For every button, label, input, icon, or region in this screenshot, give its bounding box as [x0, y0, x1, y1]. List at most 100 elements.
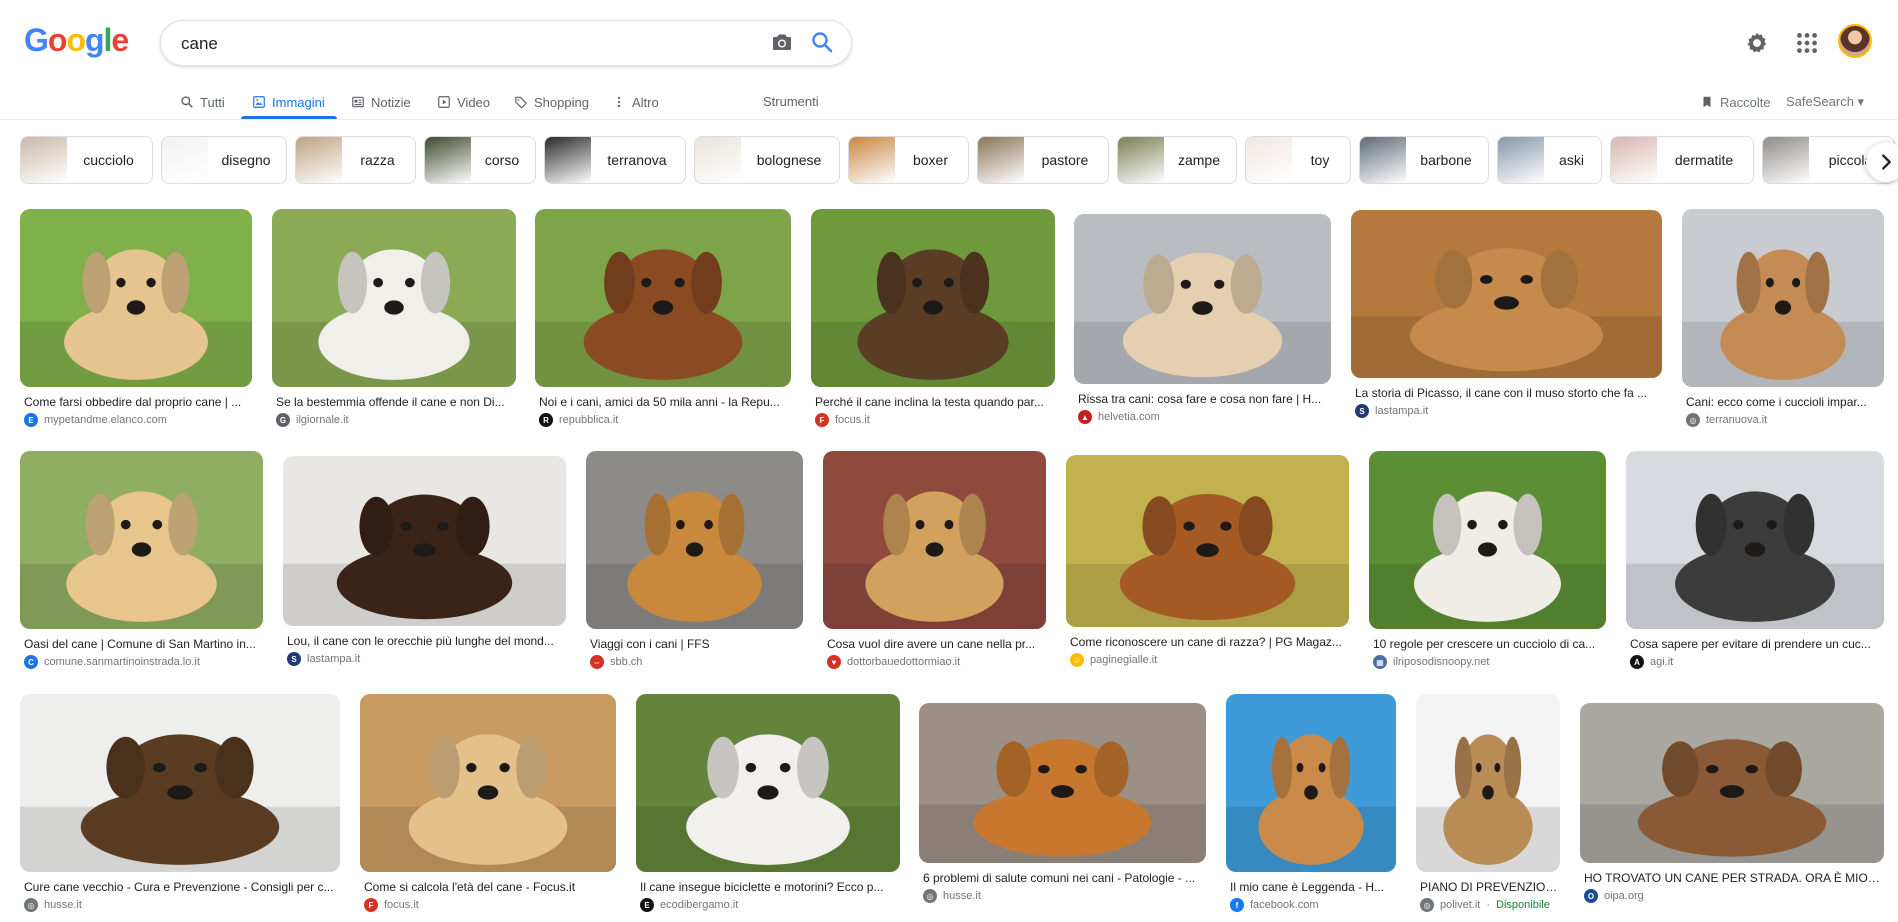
chip-pastore[interactable]: pastore — [977, 136, 1109, 184]
result-title[interactable]: HO TROVATO UN CANE PER STRADA. ORA È MIO… — [1580, 871, 1884, 885]
result-thumbnail[interactable] — [823, 451, 1046, 629]
result-source[interactable]: Aagi.it — [1626, 655, 1884, 669]
result-title[interactable]: La storia di Picasso, il cane con il mus… — [1351, 386, 1662, 400]
result-source[interactable]: ◎ husse.it — [20, 898, 340, 912]
tab-images[interactable]: Immagini — [252, 88, 325, 116]
image-result-card[interactable]: HO TROVATO UN CANE PER STRADA. ORA È MIO… — [1580, 703, 1884, 903]
result-title[interactable]: Come riconoscere un cane di razza? | PG … — [1066, 635, 1349, 649]
result-title[interactable]: 10 regole per crescere un cucciolo di ca… — [1369, 637, 1606, 651]
result-title[interactable]: Come farsi obbedire dal proprio cane | .… — [20, 395, 252, 409]
chip-corso[interactable]: corso — [424, 136, 536, 184]
image-result-card[interactable]: Viaggi con i cani | FFS ⇔ sbb.ch — [586, 451, 803, 669]
result-title[interactable]: Cani: ecco come i cuccioli impar... — [1682, 395, 1884, 409]
image-result-card[interactable]: 10 regole per crescere un cucciolo di ca… — [1369, 451, 1606, 669]
chip-dermatite[interactable]: dermatite — [1610, 136, 1754, 184]
image-result-card[interactable]: Cani: ecco come i cuccioli impar... ◎ terr… — [1682, 209, 1884, 427]
google-logo[interactable]: Google — [24, 22, 129, 59]
result-thumbnail[interactable] — [1626, 451, 1884, 629]
result-source[interactable]: ♥ dottorbauedottormiao.it — [823, 655, 1046, 669]
result-source[interactable]: Ooipa.org — [1580, 889, 1884, 903]
tools-button[interactable]: Strumenti — [763, 88, 819, 116]
image-result-card[interactable]: Noi e i cani, amici da 50 mila anni - la… — [535, 209, 791, 427]
tab-all[interactable]: Tutti — [180, 88, 225, 116]
result-source[interactable]: Slastampa.it — [1351, 404, 1662, 418]
result-title[interactable]: Il mio cane è Leggenda - H... — [1226, 880, 1396, 894]
result-title[interactable]: Il cane insegue biciclette e motorini? E… — [636, 880, 900, 894]
chip-zampe[interactable]: zampe — [1117, 136, 1237, 184]
tab-shopping[interactable]: Shopping — [514, 88, 589, 116]
tab-video[interactable]: Video — [437, 88, 490, 116]
result-thumbnail[interactable] — [1351, 210, 1662, 378]
result-source[interactable]: Slastampa.it — [283, 652, 566, 666]
result-thumbnail[interactable] — [1682, 209, 1884, 387]
result-title[interactable]: Cosa vuol dire avere un cane nella pr... — [823, 637, 1046, 651]
result-thumbnail[interactable] — [1369, 451, 1606, 629]
result-title[interactable]: Noi e i cani, amici da 50 mila anni - la… — [535, 395, 791, 409]
result-source[interactable]: Ffocus.it — [811, 413, 1055, 427]
apps-grid-icon[interactable] — [1794, 30, 1820, 56]
result-source[interactable]: ◎ polivet.it · Disponibile — [1416, 898, 1560, 912]
result-source[interactable]: ☺ paginegialle.it — [1066, 653, 1349, 667]
result-source[interactable]: Emypetandme.elanco.com — [20, 413, 252, 427]
result-thumbnail[interactable] — [586, 451, 803, 629]
result-thumbnail[interactable] — [919, 703, 1206, 863]
image-result-card[interactable]: Il mio cane è Leggenda - H... f facebook.c… — [1226, 694, 1396, 912]
result-thumbnail[interactable] — [20, 451, 263, 629]
result-source[interactable]: ▦ ilriposodisnoopy.net — [1369, 655, 1606, 669]
result-thumbnail[interactable] — [272, 209, 516, 387]
result-source[interactable]: Ccomune.sanmartinoinstrada.lo.it — [20, 655, 263, 669]
result-thumbnail[interactable] — [283, 456, 566, 626]
result-source[interactable]: Eecodibergamo.it — [636, 898, 900, 912]
chip-cucciolo[interactable]: cucciolo — [20, 136, 153, 184]
image-result-card[interactable]: Lou, il cane con le orecchie più lunghe … — [283, 456, 566, 666]
image-result-card[interactable]: Il cane insegue biciclette e motorini? E… — [636, 694, 900, 912]
image-result-card[interactable]: Perché il cane inclina la testa quando p… — [811, 209, 1055, 427]
result-source[interactable]: f facebook.com — [1226, 898, 1396, 912]
result-source[interactable]: ▲ helvetia.com — [1074, 410, 1331, 424]
image-result-card[interactable]: Oasi del cane | Comune di San Martino in… — [20, 451, 263, 669]
image-result-card[interactable]: Come si calcola l'età del cane - Focus.i… — [360, 694, 616, 912]
chip-toy[interactable]: toy — [1245, 136, 1351, 184]
chip-aski[interactable]: aski — [1497, 136, 1602, 184]
image-result-card[interactable]: Cure cane vecchio - Cura e Prevenzione -… — [20, 694, 340, 912]
image-result-card[interactable]: La storia di Picasso, il cane con il mus… — [1351, 210, 1662, 418]
safesearch-button[interactable]: SafeSearch ▾ — [1786, 88, 1864, 116]
chip-terranova[interactable]: terranova — [544, 136, 686, 184]
chip-boxer[interactable]: boxer — [848, 136, 969, 184]
image-result-card[interactable]: Come farsi obbedire dal proprio cane | .… — [20, 209, 252, 427]
result-source[interactable]: Rrepubblica.it — [535, 413, 791, 427]
image-result-card[interactable]: Cosa vuol dire avere un cane nella pr...… — [823, 451, 1046, 669]
image-result-card[interactable]: Cosa sapere per evitare di prendere un c… — [1626, 451, 1884, 669]
result-thumbnail[interactable] — [811, 209, 1055, 387]
result-thumbnail[interactable] — [636, 694, 900, 872]
image-result-card[interactable]: Rissa tra cani: cosa fare e cosa non far… — [1074, 214, 1331, 424]
result-thumbnail[interactable] — [535, 209, 791, 387]
account-avatar[interactable] — [1838, 24, 1872, 58]
result-source[interactable]: Ffocus.it — [360, 898, 616, 912]
result-thumbnail[interactable] — [20, 694, 340, 872]
chips-next-button[interactable] — [1866, 142, 1898, 182]
result-title[interactable]: Cosa sapere per evitare di prendere un c… — [1626, 637, 1884, 651]
result-thumbnail[interactable] — [1580, 703, 1884, 863]
gear-icon[interactable] — [1744, 30, 1770, 56]
result-thumbnail[interactable] — [360, 694, 616, 872]
result-title[interactable]: Cure cane vecchio - Cura e Prevenzione -… — [20, 880, 340, 894]
image-result-card[interactable]: Se la bestemmia offende il cane e non Di… — [272, 209, 516, 427]
result-source[interactable]: ◎ husse.it — [919, 889, 1206, 903]
chip-razza[interactable]: razza — [295, 136, 416, 184]
result-title[interactable]: Rissa tra cani: cosa fare e cosa non far… — [1074, 392, 1331, 406]
result-title[interactable]: 6 problemi di salute comuni nei cani - P… — [919, 871, 1206, 885]
chip-disegno[interactable]: disegno — [161, 136, 287, 184]
result-thumbnail[interactable] — [20, 209, 252, 387]
result-title[interactable]: Lou, il cane con le orecchie più lunghe … — [283, 634, 566, 648]
camera-icon[interactable] — [770, 30, 794, 54]
result-source[interactable]: Gilgiornale.it — [272, 413, 516, 427]
image-result-card[interactable]: 6 problemi di salute comuni nei cani - P… — [919, 703, 1206, 903]
search-icon[interactable] — [810, 30, 834, 54]
result-title[interactable]: Viaggi con i cani | FFS — [586, 637, 803, 651]
chip-barbone[interactable]: barbone — [1359, 136, 1489, 184]
tab-more[interactable]: Altro — [612, 88, 659, 116]
result-thumbnail[interactable] — [1066, 455, 1349, 627]
search-input[interactable] — [181, 31, 721, 57]
collections-button[interactable]: Raccolte — [1700, 88, 1771, 116]
